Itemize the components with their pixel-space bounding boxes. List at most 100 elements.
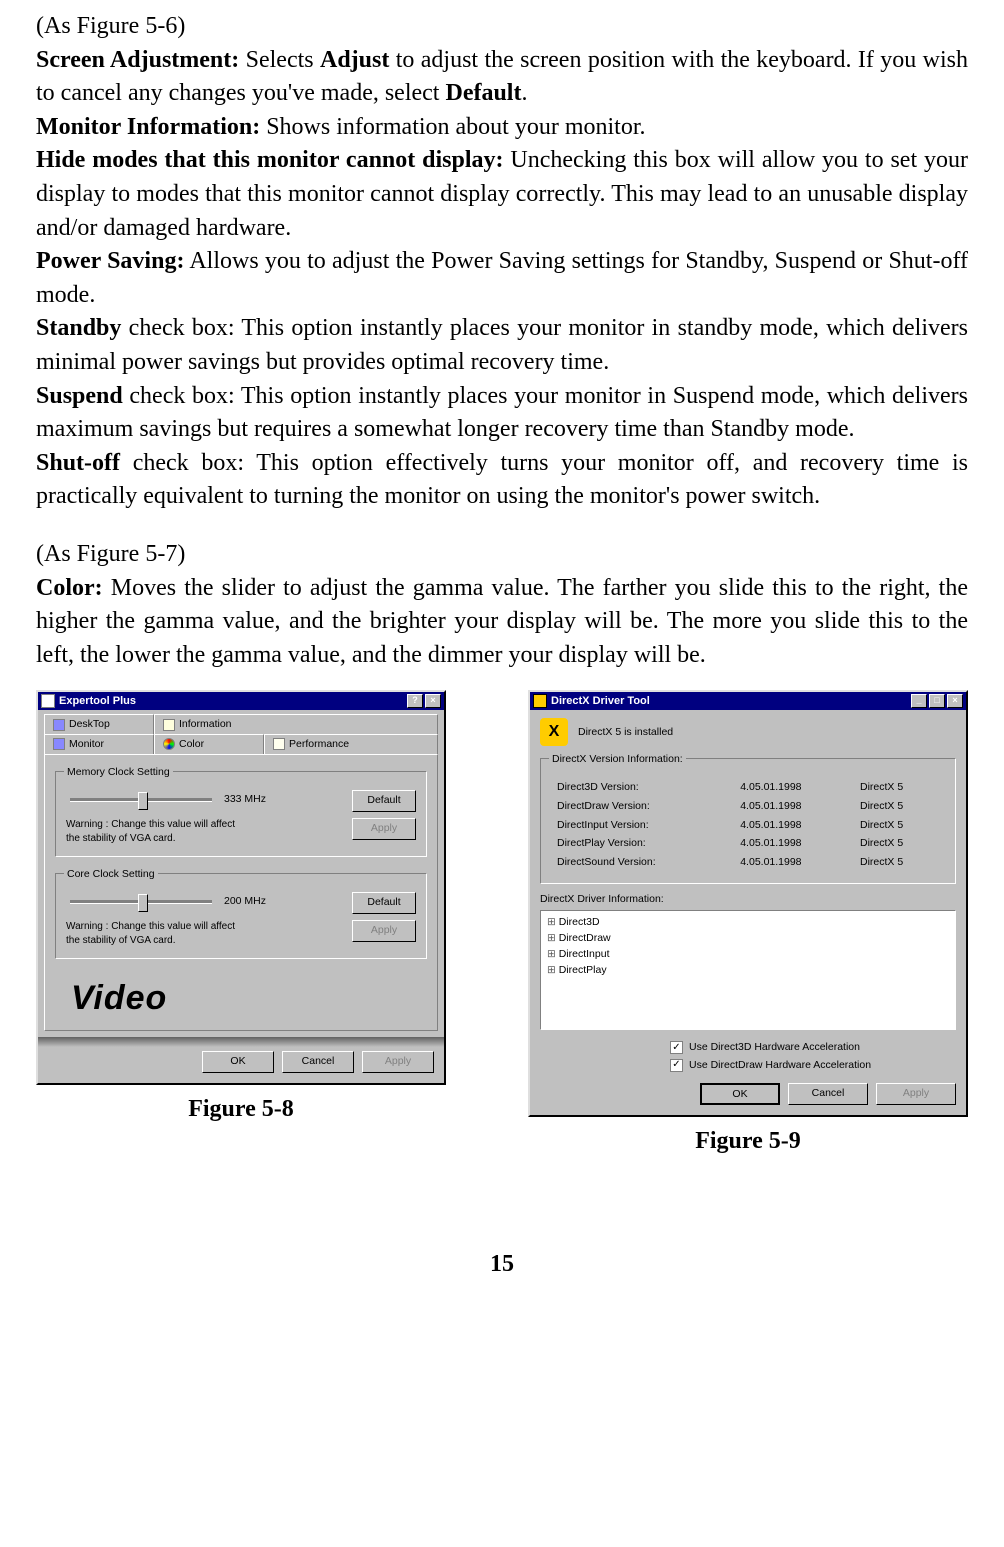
info-icon — [163, 719, 175, 731]
titlebar[interactable]: Expertool Plus ? × — [38, 692, 444, 710]
suspend-label: Suspend — [36, 383, 123, 409]
hide-modes-para: Hide modes that this monitor cannot disp… — [36, 144, 968, 245]
dialog-title: DirectX Driver Tool — [551, 694, 650, 709]
text: check box: This option instantly places … — [36, 383, 968, 443]
ok-button[interactable]: OK — [202, 1051, 274, 1073]
directx-installed-label: DirectX 5 is installed — [578, 725, 673, 740]
cancel-button[interactable]: Cancel — [788, 1083, 868, 1105]
directdraw-accel-checkbox-row: ✓ Use DirectDraw Hardware Acceleration — [670, 1058, 966, 1073]
table-row: DirectSound Version:4.05.01.1998DirectX … — [553, 854, 943, 871]
core-clock-value: 200 MHz — [224, 894, 279, 909]
tab-label: Information — [179, 717, 232, 732]
memory-clock-slider[interactable] — [66, 790, 216, 810]
tab-label: DeskTop — [69, 717, 110, 732]
cancel-button[interactable]: Cancel — [282, 1051, 354, 1073]
text: Moves the slider to adjust the gamma val… — [36, 575, 968, 668]
memory-clock-group: Memory Clock Setting 333 MHz Warning : C… — [55, 771, 427, 857]
directx-icon: X — [540, 718, 568, 746]
standby-label: Standby — [36, 315, 121, 341]
monitor-info-label: Monitor Information: — [36, 114, 260, 140]
desktop-icon — [53, 719, 65, 731]
core-default-button[interactable]: Default — [352, 892, 416, 914]
tree-item[interactable]: DirectInput — [547, 947, 949, 963]
tab-label: Performance — [289, 737, 349, 752]
close-button[interactable]: × — [947, 694, 963, 708]
app-icon — [41, 694, 55, 708]
color-label: Color: — [36, 575, 103, 601]
table-row: DirectPlay Version:4.05.01.1998DirectX 5 — [553, 835, 943, 852]
expertool-dialog: Expertool Plus ? × DeskTop Information M… — [36, 690, 446, 1085]
power-saving-para: Power Saving: Allows you to adjust the P… — [36, 245, 968, 312]
screen-adjustment-para: Screen Adjustment: Selects Adjust to adj… — [36, 44, 968, 111]
tree-item[interactable]: Direct3D — [547, 915, 949, 931]
performance-panel: Memory Clock Setting 333 MHz Warning : C… — [44, 754, 438, 1032]
checkbox-label: Use Direct3D Hardware Acceleration — [689, 1040, 860, 1055]
figure-5-6-ref: (As Figure 5-6) — [36, 10, 968, 44]
figure-5-9-caption: Figure 5-9 — [695, 1125, 801, 1159]
hide-modes-label: Hide modes that this monitor cannot disp… — [36, 147, 504, 173]
driver-tree[interactable]: Direct3D DirectDraw DirectInput DirectPl… — [540, 910, 956, 1030]
close-button[interactable]: × — [425, 694, 441, 708]
tab-color[interactable]: Color — [154, 734, 264, 754]
table-row: DirectDraw Version:4.05.01.1998DirectX 5 — [553, 798, 943, 815]
version-info-group: DirectX Version Information: Direct3D Ve… — [540, 758, 956, 883]
version-table: Direct3D Version:4.05.01.1998DirectX 5 D… — [551, 777, 945, 872]
dialog-title: Expertool Plus — [59, 694, 136, 709]
adjust-bold: Adjust — [320, 47, 389, 73]
memory-apply-button[interactable]: Apply — [352, 818, 416, 840]
core-apply-button[interactable]: Apply — [352, 920, 416, 942]
tree-item[interactable]: DirectDraw — [547, 931, 949, 947]
table-row: DirectInput Version:4.05.01.1998DirectX … — [553, 817, 943, 834]
core-warning: Warning : Change this value will affect … — [66, 920, 246, 948]
page-number: 15 — [36, 1248, 968, 1282]
figure-5-7-ref: (As Figure 5-7) — [36, 538, 968, 572]
color-icon — [163, 738, 175, 750]
text: check box: This option instantly places … — [36, 315, 968, 375]
text: . — [521, 80, 527, 106]
app-icon — [533, 694, 547, 708]
group-legend: DirectX Version Information: — [549, 752, 686, 767]
apply-button[interactable]: Apply — [876, 1083, 956, 1105]
group-legend: Memory Clock Setting — [64, 765, 173, 780]
titlebar[interactable]: DirectX Driver Tool _ □ × — [530, 692, 966, 710]
direct3d-accel-checkbox-row: ✓ Use Direct3D Hardware Acceleration — [670, 1040, 966, 1055]
core-clock-group: Core Clock Setting 200 MHz Warning : Cha… — [55, 873, 427, 959]
directx-dialog: DirectX Driver Tool _ □ × X DirectX 5 is… — [528, 690, 968, 1117]
figure-5-8-caption: Figure 5-8 — [188, 1093, 294, 1127]
monitor-icon — [53, 738, 65, 750]
tab-information[interactable]: Information — [154, 714, 438, 734]
core-clock-slider[interactable] — [66, 892, 216, 912]
text: check box: This option effectively turns… — [36, 450, 968, 510]
shutoff-label: Shut-off — [36, 450, 120, 476]
standby-para: Standby check box: This option instantly… — [36, 312, 968, 379]
minimize-button[interactable]: _ — [911, 694, 927, 708]
suspend-para: Suspend check box: This option instantly… — [36, 380, 968, 447]
checkbox[interactable]: ✓ — [670, 1041, 683, 1054]
apply-button[interactable]: Apply — [362, 1051, 434, 1073]
memory-default-button[interactable]: Default — [352, 790, 416, 812]
video-logo: Video — [71, 975, 429, 1023]
maximize-button[interactable]: □ — [929, 694, 945, 708]
tab-desktop[interactable]: DeskTop — [44, 714, 154, 734]
table-row: Direct3D Version:4.05.01.1998DirectX 5 — [553, 779, 943, 796]
checkbox-label: Use DirectDraw Hardware Acceleration — [689, 1058, 871, 1073]
memory-warning: Warning : Change this value will affect … — [66, 818, 246, 846]
color-para: Color: Moves the slider to adjust the ga… — [36, 572, 968, 673]
performance-icon — [273, 738, 285, 750]
memory-clock-value: 333 MHz — [224, 792, 279, 807]
checkbox[interactable]: ✓ — [670, 1059, 683, 1072]
tree-item[interactable]: DirectPlay — [547, 963, 949, 979]
shutoff-para: Shut-off check box: This option effectiv… — [36, 447, 968, 514]
tab-label: Monitor — [69, 737, 104, 752]
help-button[interactable]: ? — [407, 694, 423, 708]
ok-button[interactable]: OK — [700, 1083, 780, 1105]
tab-performance[interactable]: Performance — [264, 734, 438, 754]
monitor-info-para: Monitor Information: Shows information a… — [36, 111, 968, 145]
group-legend: Core Clock Setting — [64, 867, 158, 882]
text: Selects — [239, 47, 320, 73]
driver-info-label: DirectX Driver Information: — [540, 892, 956, 907]
shadow-strip — [38, 1037, 444, 1047]
text: Shows information about your monitor. — [260, 114, 645, 140]
tab-label: Color — [179, 737, 204, 752]
tab-monitor[interactable]: Monitor — [44, 734, 154, 754]
